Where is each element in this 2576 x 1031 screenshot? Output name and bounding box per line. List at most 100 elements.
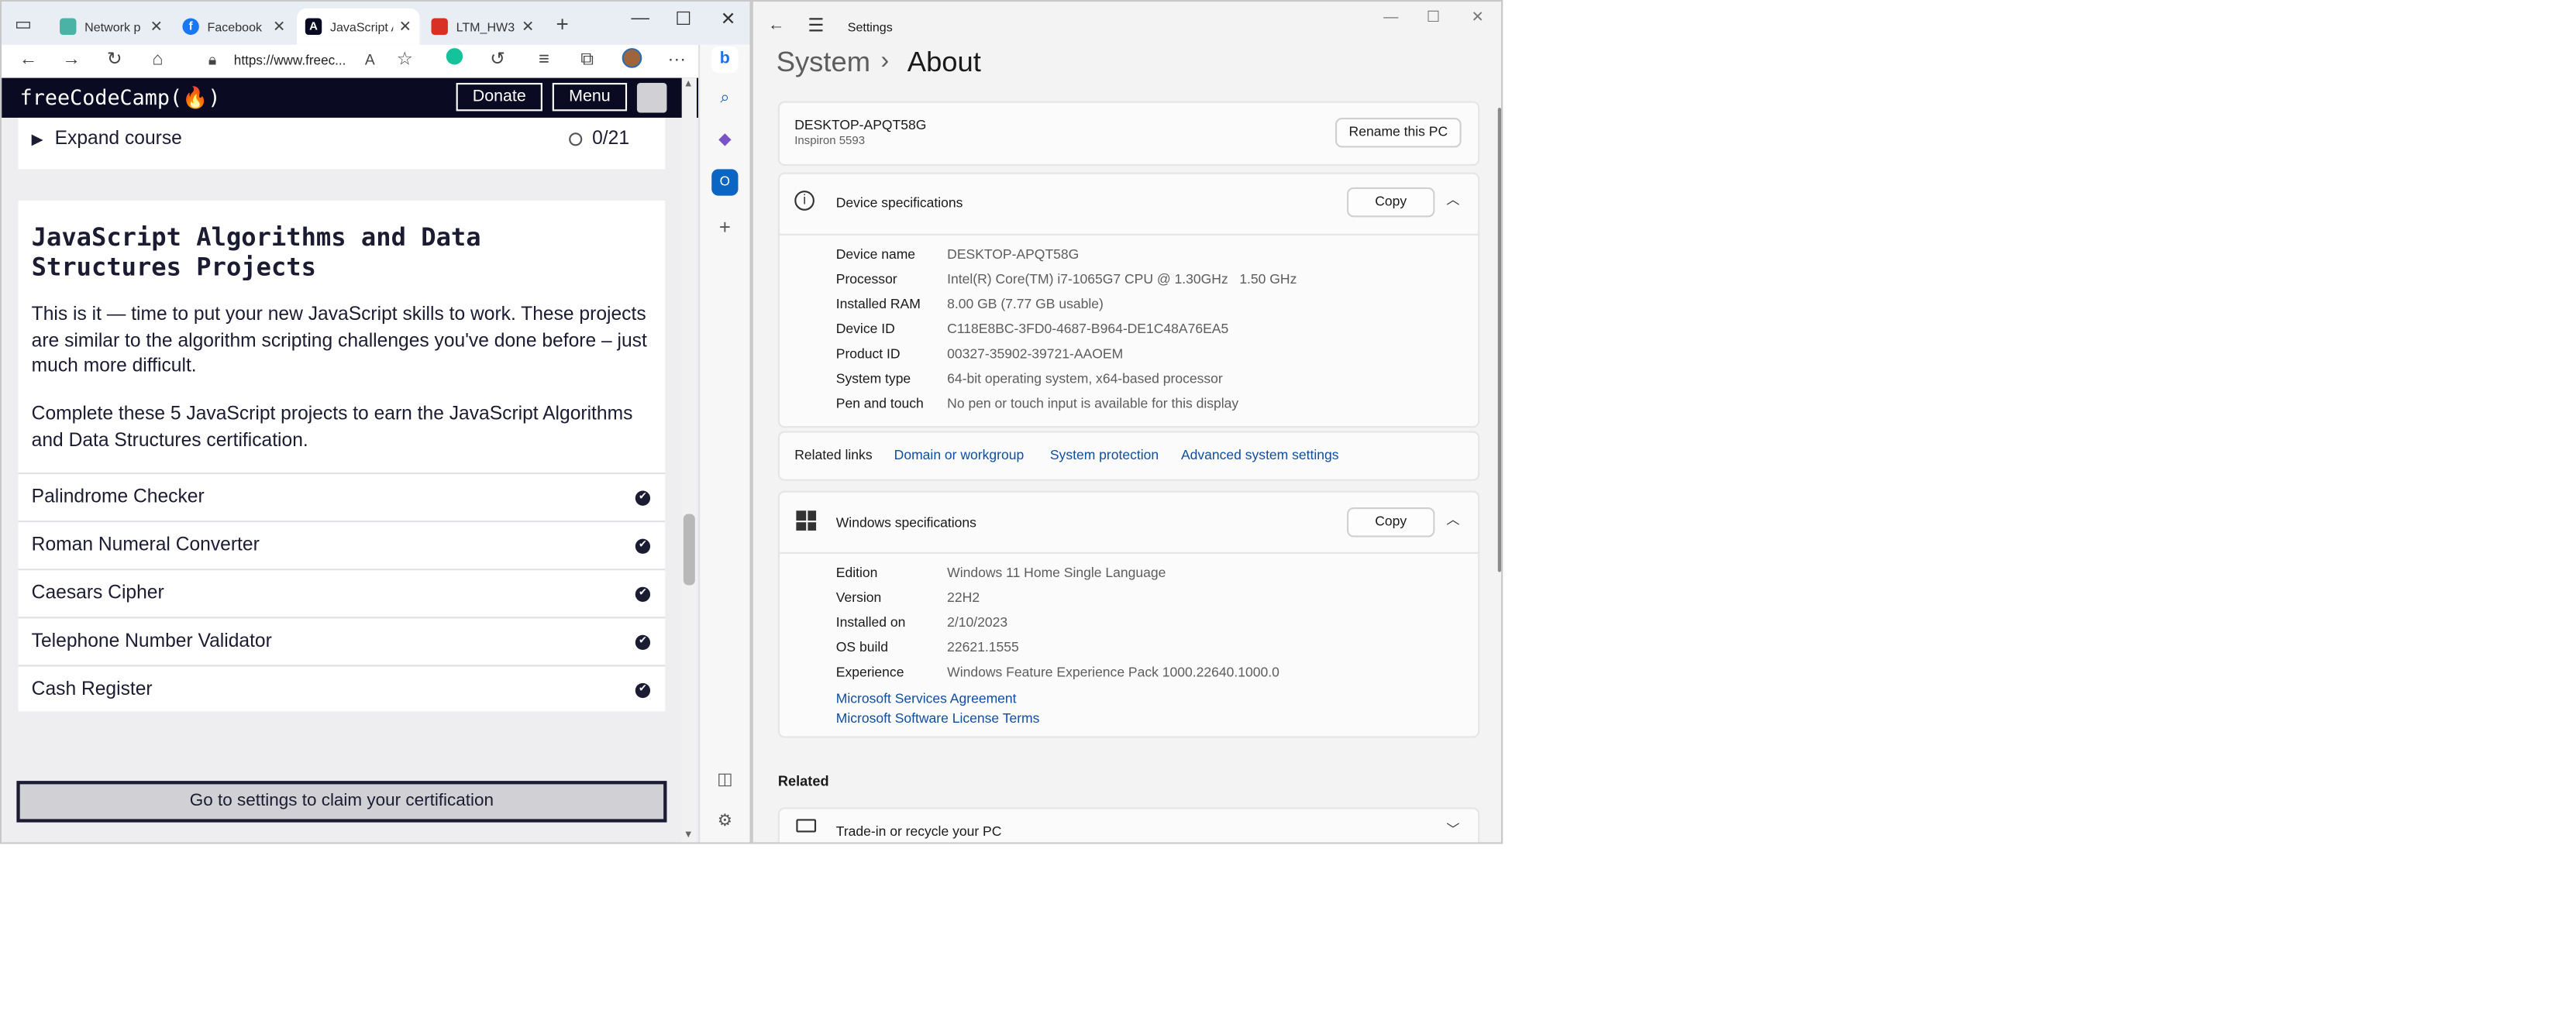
divider	[18, 473, 666, 475]
tab-actions-icon[interactable]: ▭	[12, 13, 35, 36]
sidebar-settings-icon[interactable]: ⚙	[711, 809, 738, 836]
tools-icon[interactable]: ◆	[711, 128, 738, 154]
spec-value: No pen or touch input is available for t…	[947, 396, 1239, 411]
expand-triangle-icon: ▶	[31, 131, 43, 148]
close-tab-icon[interactable]: ✕	[150, 17, 163, 36]
scroll-up-icon[interactable]: ▲	[684, 80, 694, 90]
hamburger-menu-icon[interactable]: ☰	[808, 15, 824, 36]
minimize-icon[interactable]: —	[622, 9, 659, 29]
browser-window: ▭ Network p ✕ f Facebook ✕ A JavaScript …	[0, 0, 752, 844]
chevron-down-icon[interactable]: ﹀	[1446, 820, 1459, 839]
copy-windows-specs-button[interactable]: Copy	[1347, 507, 1435, 538]
address-bar[interactable]: https://www.freec...	[234, 48, 463, 73]
freecodecamp-icon: A	[305, 18, 322, 35]
device-specs-title: Device specifications	[835, 195, 963, 211]
pc-name: DESKTOP-APQT58G	[794, 117, 927, 133]
spec-label: Product ID	[835, 346, 901, 362]
new-tab-icon[interactable]: +	[551, 12, 574, 36]
windows-specs-title: Windows specifications	[835, 515, 976, 531]
spec-value: 22621.1555	[947, 640, 1019, 655]
project-roman-numeral-converter[interactable]: Roman Numeral Converter	[32, 535, 260, 555]
check-icon: ✔	[635, 538, 651, 554]
project-palindrome-checker[interactable]: Palindrome Checker	[32, 487, 205, 507]
related-header: Related	[777, 772, 829, 789]
chevron-up-icon[interactable]: ︿	[1446, 191, 1459, 209]
breadcrumb-separator: ›	[880, 46, 890, 75]
claim-certification-button[interactable]: Go to settings to claim your certificati…	[16, 781, 667, 823]
close-tab-icon[interactable]: ✕	[399, 17, 412, 36]
projects-requirement: Complete these 5 JavaScript projects to …	[31, 404, 633, 451]
progress-circle-icon	[569, 132, 583, 146]
maximize-icon[interactable]: ☐	[665, 9, 701, 30]
system-protection-link[interactable]: System protection	[1050, 448, 1159, 462]
scrollbar-thumb[interactable]	[683, 514, 695, 586]
menu-button[interactable]: Menu	[552, 83, 628, 112]
spec-label: Installed RAM	[835, 297, 921, 312]
tab-ltm-hw3[interactable]: LTM_HW3 ✕	[423, 9, 542, 45]
more-options-icon[interactable]: ···	[665, 48, 688, 71]
tab-network[interactable]: Network p ✕	[51, 9, 170, 45]
favorites-icon[interactable]: ≡	[532, 48, 556, 71]
page-title: About	[907, 46, 981, 78]
extension-icon[interactable]: ↺	[486, 48, 509, 71]
check-icon: ✔	[635, 682, 651, 699]
spec-label: Version	[835, 589, 882, 606]
divider	[18, 569, 666, 571]
bing-chat-icon[interactable]: b	[711, 46, 739, 74]
project-caesars-cipher[interactable]: Caesars Cipher	[32, 583, 164, 603]
advanced-system-settings-link[interactable]: Advanced system settings	[1181, 448, 1339, 462]
lock-icon[interactable]: 🔒︎	[201, 48, 224, 71]
sidebar-toggle-icon[interactable]: ◫	[711, 768, 738, 794]
forward-icon[interactable]: →	[60, 48, 83, 71]
tab-facebook[interactable]: f Facebook ✕	[174, 9, 294, 45]
license-terms-link[interactable]: Microsoft Software License Terms	[836, 711, 1040, 726]
search-icon[interactable]: ⌕	[711, 86, 738, 112]
facebook-icon: f	[182, 18, 199, 35]
domain-workgroup-link[interactable]: Domain or workgroup	[894, 448, 1025, 462]
project-cash-register[interactable]: Cash Register	[32, 680, 153, 700]
copy-device-specs-button[interactable]: Copy	[1347, 187, 1435, 218]
close-window-icon[interactable]: ✕	[1472, 9, 1484, 27]
divider	[18, 617, 666, 619]
maximize-icon[interactable]: ☐	[1427, 9, 1440, 27]
profile-avatar[interactable]	[621, 48, 644, 71]
read-aloud-icon[interactable]: A	[358, 48, 381, 71]
spec-label: Edition	[835, 565, 878, 581]
add-sidebar-app-icon[interactable]: +	[711, 214, 738, 240]
settings-window: ← ☰ Settings — ☐ ✕ System › About DESKTO…	[751, 0, 1503, 844]
spec-value: 22H2	[947, 589, 980, 606]
divider	[777, 233, 1480, 235]
check-icon: ✔	[635, 634, 651, 651]
close-tab-icon[interactable]: ✕	[273, 17, 285, 36]
pdf-icon	[431, 18, 448, 35]
grammarly-icon[interactable]	[443, 48, 466, 71]
course-progress-count: 0/21	[592, 129, 630, 149]
close-window-icon[interactable]: ✕	[710, 9, 746, 30]
windows-logo-icon	[796, 510, 817, 531]
project-telephone-number-validator[interactable]: Telephone Number Validator	[32, 631, 272, 651]
breadcrumb-system[interactable]: System	[777, 46, 870, 80]
refresh-icon[interactable]: ↻	[103, 48, 126, 71]
favorites-add-icon[interactable]: ☆	[393, 48, 416, 71]
donate-button[interactable]: Donate	[456, 83, 542, 112]
services-agreement-link[interactable]: Microsoft Services Agreement	[836, 692, 1017, 706]
trade-in-label: Trade-in or recycle your PC	[835, 823, 1002, 840]
collections-icon[interactable]: ⧉	[576, 48, 599, 71]
chevron-up-icon[interactable]: ︿	[1446, 510, 1459, 529]
back-icon[interactable]: ←	[16, 48, 40, 71]
page-scrollbar[interactable]	[681, 77, 697, 843]
scroll-down-icon[interactable]: ▼	[684, 830, 694, 840]
rename-pc-button[interactable]: Rename this PC	[1335, 117, 1462, 148]
close-tab-icon[interactable]: ✕	[522, 17, 534, 36]
home-icon[interactable]: ⌂	[146, 48, 169, 71]
spec-value: 8.00 GB (7.77 GB usable)	[947, 297, 1104, 312]
user-avatar[interactable]	[636, 83, 667, 113]
minimize-icon[interactable]: —	[1383, 9, 1398, 25]
settings-scrollbar[interactable]	[1497, 108, 1502, 572]
tab-javascript[interactable]: A JavaScript A ✕	[297, 8, 420, 45]
back-icon[interactable]: ←	[768, 16, 784, 35]
projects-title: JavaScript Algorithms and Data Structure…	[31, 222, 481, 282]
fcc-logo[interactable]: freeCodeCamp(🔥)	[20, 84, 221, 111]
laptop-icon	[796, 819, 817, 833]
outlook-icon[interactable]: O	[711, 169, 739, 196]
